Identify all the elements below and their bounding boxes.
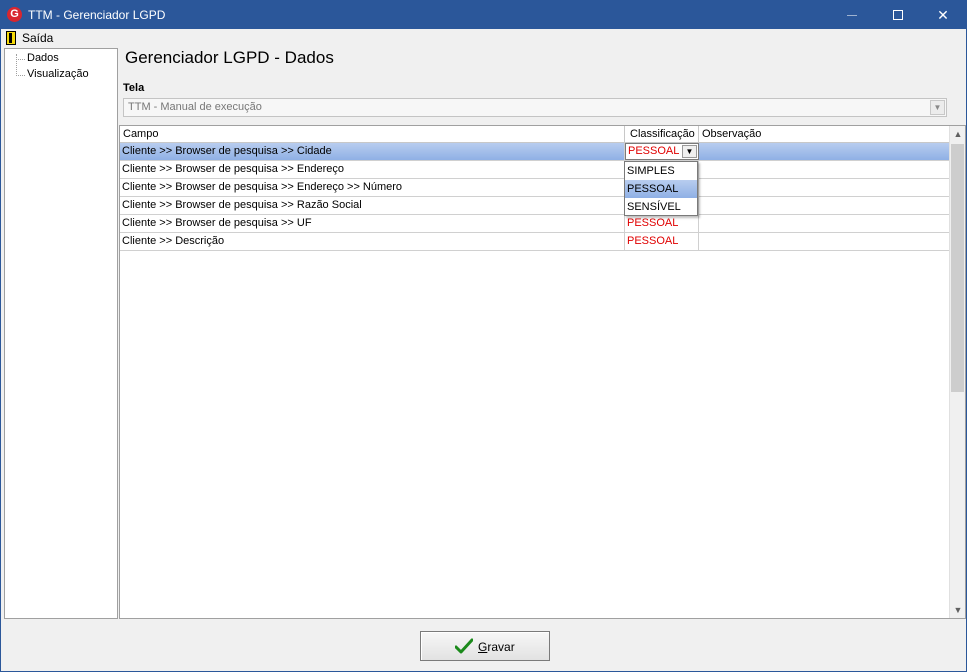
cell-classificacao[interactable]: PESSOAL [625, 215, 699, 232]
column-header-campo[interactable]: Campo [120, 126, 625, 142]
table-row[interactable]: Cliente >> Descrição PESSOAL [120, 233, 949, 251]
chevron-down-icon[interactable]: ▼ [930, 100, 945, 115]
tree-connector [16, 75, 25, 76]
tree-connector [16, 59, 25, 60]
table-row[interactable]: Cliente >> Browser de pesquisa >> Endere… [120, 179, 949, 197]
menu-bar: Saída [1, 29, 966, 47]
scroll-down-icon[interactable]: ▼ [950, 602, 966, 618]
minimize-icon [847, 15, 857, 16]
close-button[interactable]: ✕ [920, 1, 966, 29]
page-title: Gerenciador LGPD - Dados [125, 48, 334, 67]
classificacao-dropdown-list: SIMPLES PESSOAL SENSÍVEL [624, 161, 698, 216]
table-row[interactable]: Cliente >> Browser de pesquisa >> UF PES… [120, 215, 949, 233]
table-row[interactable]: Cliente >> Browser de pesquisa >> Cidade… [120, 143, 949, 161]
menu-saida-label: Saída [22, 31, 54, 45]
tree-item-visualizacao[interactable]: Visualização [27, 67, 89, 82]
cell-campo[interactable]: Cliente >> Browser de pesquisa >> Endere… [120, 161, 625, 178]
exit-door-icon [6, 31, 16, 45]
table-row[interactable]: Cliente >> Browser de pesquisa >> Razão … [120, 197, 949, 215]
cell-campo[interactable]: Cliente >> Descrição [120, 233, 625, 250]
maximize-icon [893, 10, 903, 20]
scrollbar-thumb[interactable] [951, 144, 964, 392]
vertical-scrollbar[interactable]: ▲ ▼ [949, 126, 965, 618]
classificacao-editor[interactable]: PESSOAL ▼ [625, 143, 699, 160]
tela-select[interactable]: TTM - Manual de execução ▼ [123, 98, 947, 117]
cell-observacao[interactable] [699, 161, 949, 178]
table-row[interactable]: Cliente >> Browser de pesquisa >> Endere… [120, 161, 949, 179]
cell-observacao[interactable] [699, 233, 949, 250]
cell-campo[interactable]: Cliente >> Browser de pesquisa >> Endere… [120, 179, 625, 196]
cell-observacao[interactable] [699, 143, 949, 160]
cell-observacao[interactable] [699, 197, 949, 214]
cell-campo[interactable]: Cliente >> Browser de pesquisa >> UF [120, 215, 625, 232]
column-header-observacao[interactable]: Observação [699, 126, 949, 142]
scroll-up-icon[interactable]: ▲ [950, 126, 966, 142]
cell-campo[interactable]: Cliente >> Browser de pesquisa >> Razão … [120, 197, 625, 214]
gravar-button[interactable]: Gravar [420, 631, 550, 661]
tela-label: Tela [123, 82, 145, 94]
app-window: G TTM - Gerenciador LGPD ✕ Saída Dados V… [0, 0, 967, 672]
tree-item-dados[interactable]: Dados [27, 51, 59, 66]
gravar-button-label: Gravar [478, 640, 515, 654]
cell-campo[interactable]: Cliente >> Browser de pesquisa >> Cidade [120, 143, 625, 160]
chevron-down-icon[interactable]: ▼ [682, 145, 697, 158]
classificacao-editor-value: PESSOAL [628, 145, 680, 157]
minimize-button[interactable] [829, 1, 875, 29]
tree-connector [16, 54, 17, 76]
column-header-classificacao[interactable]: Classificação [625, 126, 699, 142]
grid-header: Campo Classificação Observação [120, 126, 949, 143]
dropdown-option-simples[interactable]: SIMPLES [625, 162, 697, 180]
menu-saida[interactable]: Saída [4, 30, 53, 46]
window-title: TTM - Gerenciador LGPD [28, 8, 166, 22]
maximize-button[interactable] [875, 1, 921, 29]
tela-select-value: TTM - Manual de execução [128, 101, 262, 113]
dropdown-option-sensivel[interactable]: SENSÍVEL [625, 198, 697, 216]
cell-observacao[interactable] [699, 215, 949, 232]
dropdown-option-pessoal[interactable]: PESSOAL [625, 180, 697, 198]
navigation-tree: Dados Visualização [4, 48, 118, 619]
checkmark-icon [455, 638, 473, 654]
cell-observacao[interactable] [699, 179, 949, 196]
cell-classificacao[interactable]: PESSOAL [625, 233, 699, 250]
title-bar[interactable]: G TTM - Gerenciador LGPD ✕ [1, 1, 966, 29]
data-grid: Campo Classificação Observação Cliente >… [119, 125, 966, 619]
close-icon: ✕ [937, 7, 949, 23]
app-logo-icon: G [7, 7, 22, 22]
